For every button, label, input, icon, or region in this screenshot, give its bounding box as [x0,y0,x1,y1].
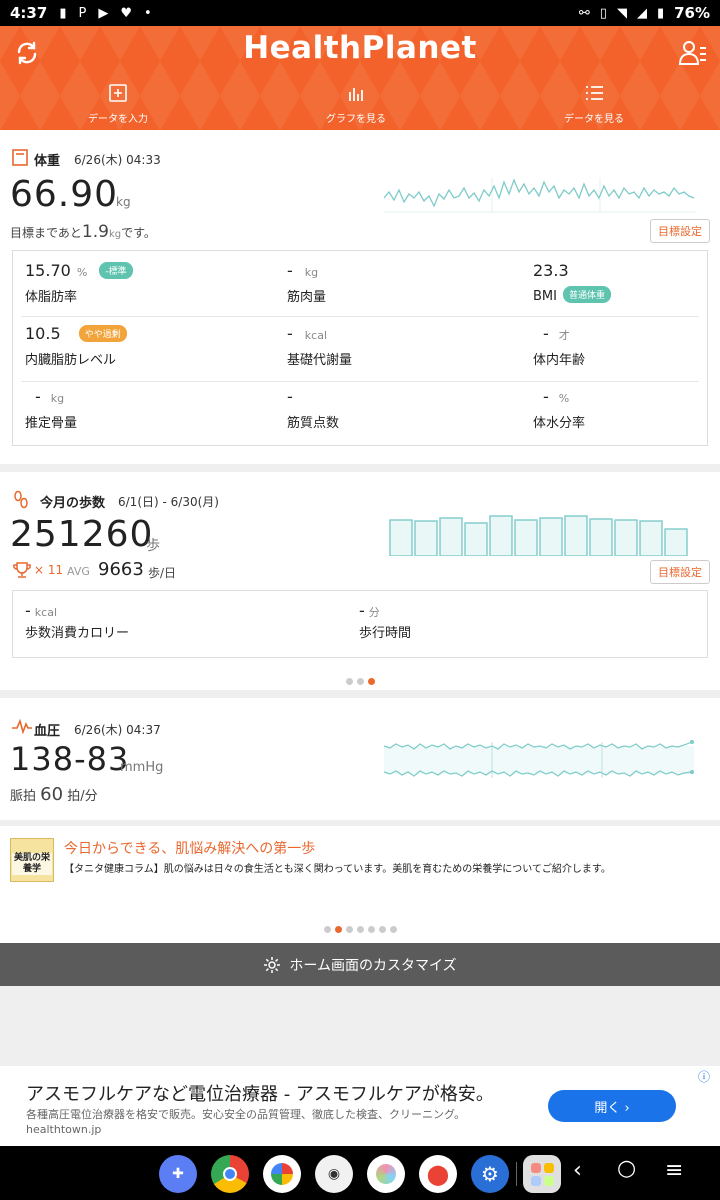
bar-graph-icon [349,88,363,101]
steps-calories[interactable]: - kcal 歩数消費カロリー [25,601,129,641]
steps-page-indicator[interactable] [0,670,720,689]
weight-title: 体重 [34,154,61,169]
bp-date: 6/26(木) 04:37 [74,723,161,737]
link-icon: ⚯ [578,5,590,21]
user-settings-icon [678,41,706,65]
status-badge: 普通体重 [562,286,611,303]
signal-icon: ◢ [636,5,647,21]
ad-description: 各種高圧電位治療器を格安で販売。安心安全の品質管理、徹底した検査、クリーニング。 [26,1108,466,1121]
column-title: 今日からできる、肌悩み解決への第一歩 [64,841,316,857]
body-composition-grid: 15.70% -標準 体脂肪率 - kg 筋肉量 23.3 BMI 普通体重 10.… [12,250,708,446]
weight-date: 6/26(木) 04:33 [74,153,161,167]
ad-url: healthtown.jp [26,1123,102,1136]
steps-period: 6/1(日) - 6/30(月) [118,495,219,509]
app-drawer-icon[interactable] [523,1155,561,1193]
avg-value: 9663 [98,559,144,580]
bp-value: 138-83 [10,740,130,778]
weight-goal-text: 目標まであと1.9kgです。 [10,222,156,242]
steps-card[interactable]: 今月の歩数 6/1(日) - 6/30(月) 251260 歩 × 11 AVG… [0,472,720,690]
metric-body-fat[interactable]: 15.70% -標準 体脂肪率 [25,261,133,305]
metric-muscle-mass[interactable]: - kg 筋肉量 [287,261,326,305]
weight-goal-button[interactable]: 目標設定 [650,219,710,243]
trophy-count: × 11 [34,563,64,577]
gear-icon [264,956,281,973]
steps-value: 251260 [10,514,154,555]
list-icon [586,86,603,100]
battery-icon: ▮ [656,5,665,21]
recents-icon[interactable]: ≡ [665,1158,683,1183]
ad-title[interactable]: アスモフルケアなど電位治療器 - アスモフルケアが格安。 [26,1080,494,1106]
metric-bmi[interactable]: 23.3 BMI 普通体重 [533,261,611,304]
clock: 4:37 [10,4,48,22]
customize-label: ホーム画面のカスタマイズ [289,957,457,974]
pinterest-icon: P [78,5,87,21]
pulse-icon [12,718,32,734]
home-icon[interactable]: ○ [617,1156,636,1181]
tab-graph-label: グラフを見る [326,114,386,125]
metric-basal-metabolism[interactable]: - kcal 基礎代謝量 [287,324,352,368]
customize-home-button[interactable]: ホーム画面のカスタマイズ [0,943,720,986]
steps-unit: 歩 [146,538,160,554]
youtube-icon: ▶ [98,5,109,21]
metric-visceral-fat[interactable]: 10.5 やや過剰 内臓脂肪レベル [25,324,127,368]
steps-title: 今月の歩数 [40,496,106,511]
column-page-indicator[interactable] [0,918,720,937]
tab-graph[interactable]: グラフを見る [296,82,416,125]
ad-info-icon[interactable]: ⓘ [698,1068,710,1085]
bp-title: 血圧 [34,724,61,739]
blood-pressure-card[interactable]: 血圧 6/26(木) 04:37 138-83 mmHg 脈拍 60 拍/分 [0,698,720,820]
health-column-card[interactable]: 美肌の栄養学 今日からできる、肌悩み解決への第一歩 【タニタ健康コラム】肌の悩み… [0,826,720,943]
trophy-icon [13,562,31,578]
status-badge: -標準 [99,262,133,279]
tab-input-label: データを入力 [88,114,148,125]
camera-app-icon[interactable]: ◉ [315,1155,353,1193]
metric-body-age[interactable]: -才 体内年齢 [533,324,585,368]
weight-value: 66.90 [10,174,119,215]
metric-muscle-quality[interactable]: - 筋質点数 [287,387,339,431]
bp-sparkline [384,740,694,778]
photos-app-icon[interactable] [263,1155,301,1193]
system-nav-bar: ✚ ◉ ⬤ ⚙ ‹ ○ ≡ [0,1146,720,1200]
messages-app-icon[interactable]: ✚ [159,1155,197,1193]
ad-open-button[interactable]: 開く › [548,1090,676,1122]
weight-unit: kg [116,195,131,209]
weight-card[interactable]: 体重 6/26(木) 04:33 66.90 kg 目標まであと1.9kgです。… [0,130,720,464]
status-badge: やや過剰 [78,325,127,342]
weight-sparkline [384,178,696,213]
gallery-app-icon[interactable] [367,1155,405,1193]
metric-bone-mass[interactable]: - kg 推定骨量 [25,387,77,431]
steps-detail-grid: - kcal 歩数消費カロリー -分 歩行時間 [12,590,708,658]
maps-app-icon[interactable]: ⬤ [419,1155,457,1193]
status-bar: 4:37 ▮ P ▶ ♥ • ⚯ ▯ ◥ ◢ ▮ 76% [0,0,720,26]
walking-time[interactable]: -分 歩行時間 [359,601,411,641]
chrome-app-icon[interactable] [211,1155,249,1193]
bp-unit: mmHg [120,760,164,775]
column-body: 【タニタ健康コラム】肌の悩みは日々の食生活とも深く関わっています。美肌を育むため… [64,864,611,875]
tab-input-data[interactable]: データを入力 [58,82,178,125]
column-thumbnail: 美肌の栄養学 [10,838,54,882]
tab-data-list-label: データを見る [564,114,624,125]
footprint-icon [14,490,28,509]
more-dot-icon: • [143,5,152,21]
ad-banner[interactable]: ⓘ アスモフルケアなど電位治療器 - アスモフルケアが格安。 各種高圧電位治療器… [0,1066,720,1146]
plus-box-icon [109,84,127,102]
wifi-icon: ◥ [616,5,627,21]
vibrate-icon: ▯ [599,5,607,21]
account-button[interactable] [676,36,710,70]
back-icon[interactable]: ‹ [573,1158,582,1183]
app-header: HealthPlanet データを入力 グラフを見る データを見る [0,26,720,130]
scale-icon [12,149,28,166]
steps-bar-graph [389,515,688,556]
notification-icon: ▮ [59,5,67,21]
steps-goal-button[interactable]: 目標設定 [650,560,710,584]
settings-app-icon[interactable]: ⚙ [471,1155,509,1193]
battery-level: 76% [674,4,710,22]
heart-icon: ♥ [120,5,132,21]
app-logo: HealthPlanet [243,30,477,66]
avg-unit: 歩/日 [148,566,177,580]
tab-data-list[interactable]: データを見る [534,82,654,125]
metric-body-water[interactable]: -% 体水分率 [533,387,585,431]
pulse-readout: 脈拍 60 拍/分 [10,784,98,805]
avg-label: AVG [67,565,90,578]
